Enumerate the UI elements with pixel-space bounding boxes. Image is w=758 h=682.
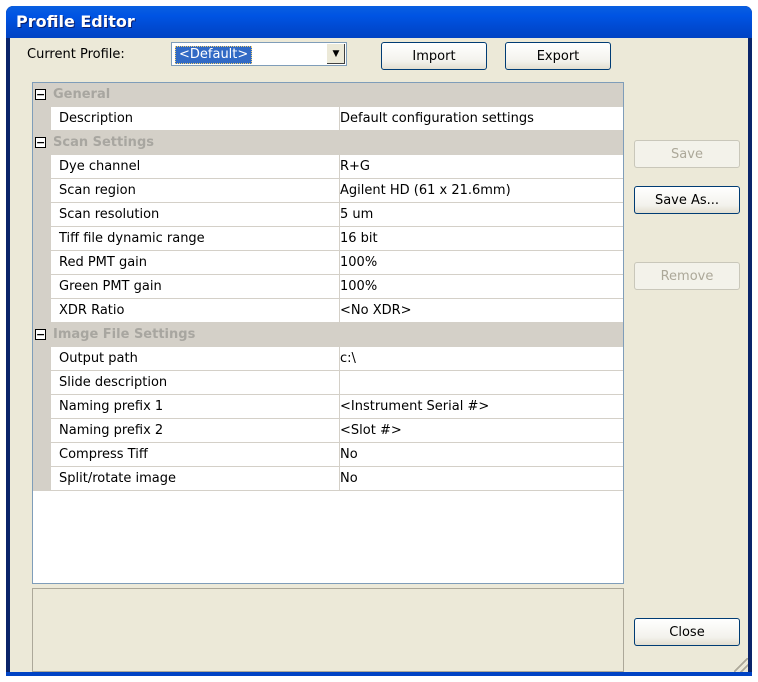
property-name: Tiff file dynamic range — [51, 227, 340, 251]
property-name: Dye channel — [51, 155, 340, 179]
row-gutter — [33, 443, 51, 467]
property-name: Output path — [51, 347, 340, 371]
save-as-button[interactable]: Save As... — [634, 186, 740, 214]
row-gutter — [33, 251, 51, 275]
property-value[interactable]: 16 bit — [340, 227, 623, 251]
close-button[interactable]: Close — [634, 618, 740, 646]
row-gutter — [33, 155, 51, 179]
collapse-box-icon[interactable]: − — [35, 329, 46, 340]
property-row[interactable]: Naming prefix 1 <Instrument Serial #> — [33, 395, 623, 419]
property-value[interactable]: No — [340, 467, 623, 491]
dropdown-arrow-icon[interactable]: ▼ — [326, 44, 345, 64]
property-name: Description — [51, 107, 340, 131]
property-row[interactable]: Tiff file dynamic range 16 bit — [33, 227, 623, 251]
property-description-panel — [32, 588, 624, 672]
row-gutter — [33, 467, 51, 491]
property-name: Scan resolution — [51, 203, 340, 227]
category-label: General — [53, 87, 111, 102]
property-grid: − General Description Default configurat… — [32, 82, 624, 584]
export-button-label: Export — [536, 48, 580, 64]
collapse-box-icon[interactable]: − — [35, 137, 46, 148]
save-button[interactable]: Save — [634, 140, 740, 168]
row-gutter — [33, 203, 51, 227]
remove-button-label: Remove — [660, 268, 714, 284]
property-row[interactable]: Split/rotate image No — [33, 467, 623, 491]
property-value[interactable]: 100% — [340, 275, 623, 299]
property-value[interactable]: Default configuration settings — [340, 107, 623, 131]
property-value[interactable]: <Slot #> — [340, 419, 623, 443]
category-label: Image File Settings — [53, 327, 196, 342]
current-profile-value: <Default> — [175, 46, 253, 64]
save-as-button-label: Save As... — [654, 192, 720, 208]
row-gutter — [33, 371, 51, 395]
row-gutter — [33, 419, 51, 443]
property-name: Naming prefix 1 — [51, 395, 340, 419]
property-name: Green PMT gain — [51, 275, 340, 299]
property-row[interactable]: Red PMT gain 100% — [33, 251, 623, 275]
property-value[interactable]: No — [340, 443, 623, 467]
category-label: Scan Settings — [53, 135, 154, 150]
close-button-label: Close — [669, 624, 705, 640]
property-name: Naming prefix 2 — [51, 419, 340, 443]
remove-button[interactable]: Remove — [634, 262, 740, 290]
title-bar[interactable]: Profile Editor — [6, 6, 752, 38]
current-profile-label: Current Profile: — [27, 47, 125, 62]
category-general[interactable]: − General — [33, 83, 623, 107]
current-profile-dropdown[interactable]: <Default> ▼ — [171, 42, 347, 66]
property-value[interactable] — [340, 371, 623, 395]
property-value[interactable]: c:\ — [340, 347, 623, 371]
property-row[interactable]: Green PMT gain 100% — [33, 275, 623, 299]
profile-editor-window: Profile Editor Current Profile: <Default… — [6, 6, 752, 676]
property-value[interactable]: Agilent HD (61 x 21.6mm) — [340, 179, 623, 203]
property-row[interactable]: Description Default configuration settin… — [33, 107, 623, 131]
category-scan-settings[interactable]: − Scan Settings — [33, 131, 623, 155]
property-row[interactable]: Output path c:\ — [33, 347, 623, 371]
import-button[interactable]: Import — [381, 42, 487, 70]
property-name: Compress Tiff — [51, 443, 340, 467]
save-button-label: Save — [671, 146, 703, 162]
row-gutter — [33, 299, 51, 323]
window-frame-bottom — [6, 672, 752, 676]
property-name: Slide description — [51, 371, 340, 395]
import-button-label: Import — [412, 48, 456, 64]
collapse-box-icon[interactable]: − — [35, 89, 46, 100]
row-gutter — [33, 347, 51, 371]
row-gutter — [33, 227, 51, 251]
property-row[interactable]: Dye channel R+G — [33, 155, 623, 179]
property-row[interactable]: Compress Tiff No — [33, 443, 623, 467]
property-value[interactable]: <Instrument Serial #> — [340, 395, 623, 419]
property-name: Split/rotate image — [51, 467, 340, 491]
window-title: Profile Editor — [16, 12, 135, 31]
row-gutter — [33, 395, 51, 419]
property-value[interactable]: 100% — [340, 251, 623, 275]
property-value[interactable]: R+G — [340, 155, 623, 179]
row-gutter — [33, 275, 51, 299]
category-image-file-settings[interactable]: − Image File Settings — [33, 323, 623, 347]
resize-grip-icon[interactable] — [734, 658, 748, 672]
property-row[interactable]: Naming prefix 2 <Slot #> — [33, 419, 623, 443]
property-row[interactable]: Scan resolution 5 um — [33, 203, 623, 227]
row-gutter — [33, 179, 51, 203]
property-value[interactable]: <No XDR> — [340, 299, 623, 323]
property-name: XDR Ratio — [51, 299, 340, 323]
property-name: Scan region — [51, 179, 340, 203]
row-gutter — [33, 107, 51, 131]
property-value[interactable]: 5 um — [340, 203, 623, 227]
property-name: Red PMT gain — [51, 251, 340, 275]
property-row[interactable]: Slide description — [33, 371, 623, 395]
property-row[interactable]: XDR Ratio <No XDR> — [33, 299, 623, 323]
export-button[interactable]: Export — [505, 42, 611, 70]
property-row[interactable]: Scan region Agilent HD (61 x 21.6mm) — [33, 179, 623, 203]
